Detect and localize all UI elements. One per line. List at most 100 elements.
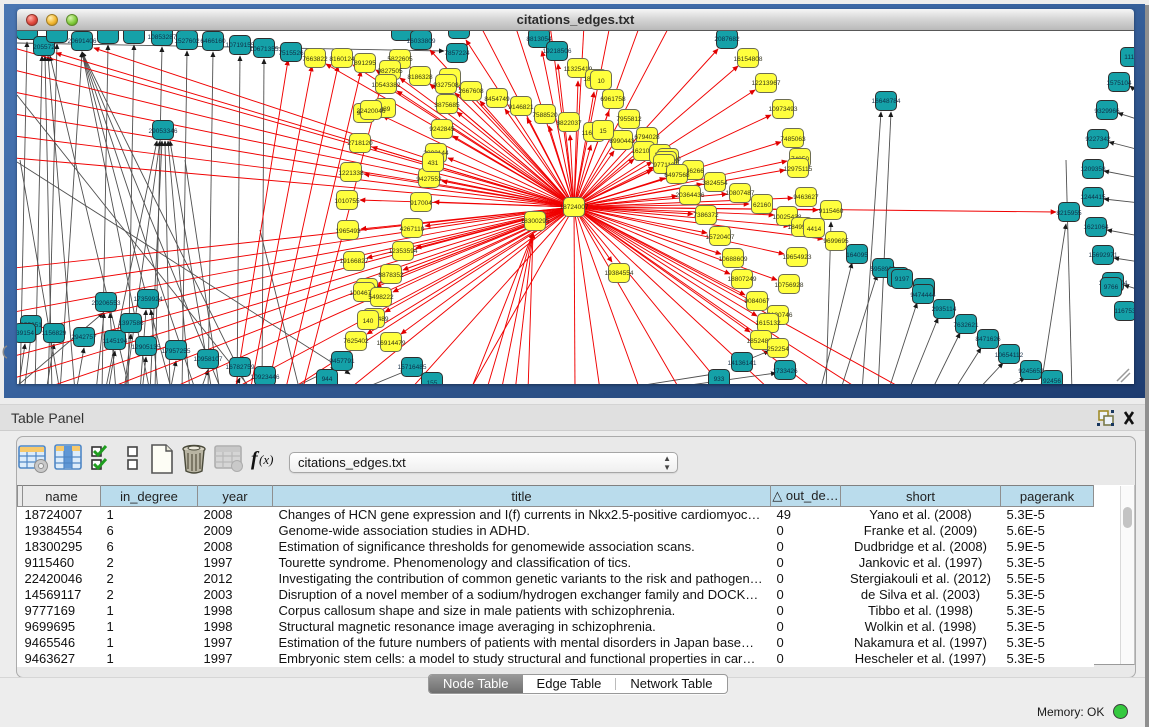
svg-text:19654923: 19654923 bbox=[783, 254, 812, 261]
svg-text:1733426: 1733426 bbox=[772, 368, 798, 375]
svg-text:19166827: 19166827 bbox=[340, 258, 369, 265]
svg-text:20691406: 20691406 bbox=[68, 38, 97, 45]
svg-text:3824554: 3824554 bbox=[702, 180, 728, 187]
svg-text:16648784: 16648784 bbox=[872, 98, 901, 105]
svg-text:8160124: 8160124 bbox=[329, 56, 355, 63]
svg-text:10973493: 10973493 bbox=[769, 106, 798, 113]
svg-text:15: 15 bbox=[599, 128, 607, 135]
svg-text:9115460: 9115460 bbox=[819, 208, 844, 215]
svg-text:2942757: 2942757 bbox=[71, 334, 97, 341]
svg-text:9463627: 9463627 bbox=[793, 194, 819, 201]
svg-text:205572: 205572 bbox=[33, 44, 55, 51]
svg-text:1112: 1112 bbox=[1124, 54, 1134, 61]
svg-text:2087682: 2087682 bbox=[714, 36, 740, 43]
svg-text:9329966: 9329966 bbox=[1094, 108, 1120, 115]
svg-text:1615132: 1615132 bbox=[755, 320, 781, 327]
svg-text:3875685: 3875685 bbox=[434, 102, 460, 109]
svg-text:(x): (x) bbox=[259, 452, 273, 467]
svg-text:2667608: 2667608 bbox=[458, 88, 484, 95]
svg-text:10958107: 10958107 bbox=[194, 356, 223, 363]
svg-text:8990443: 8990443 bbox=[609, 138, 635, 145]
svg-text:7955812: 7955812 bbox=[616, 116, 642, 123]
svg-text:18300295: 18300295 bbox=[521, 218, 550, 225]
svg-text:116753: 116753 bbox=[1114, 308, 1134, 315]
svg-text:7663822: 7663822 bbox=[302, 56, 328, 63]
svg-text:17957255: 17957255 bbox=[162, 348, 191, 355]
svg-text:7625402: 7625402 bbox=[343, 338, 369, 345]
svg-text:1965493: 1965493 bbox=[335, 228, 361, 235]
svg-text:6497568: 6497568 bbox=[664, 172, 690, 179]
svg-text:1621064: 1621064 bbox=[1083, 224, 1109, 231]
svg-text:431: 431 bbox=[428, 160, 439, 167]
svg-text:10807487: 10807487 bbox=[726, 190, 755, 197]
svg-text:1010755: 1010755 bbox=[334, 198, 360, 205]
svg-text:6466160: 6466160 bbox=[200, 38, 226, 45]
svg-text:9242845: 9242845 bbox=[429, 126, 455, 133]
svg-text:12975115: 12975115 bbox=[784, 166, 813, 173]
svg-text:62160: 62160 bbox=[753, 202, 771, 209]
svg-text:252254: 252254 bbox=[767, 346, 789, 353]
svg-text:10756928: 10756928 bbox=[775, 282, 804, 289]
svg-text:1156829: 1156829 bbox=[42, 330, 67, 337]
svg-text:92456: 92456 bbox=[1043, 378, 1061, 384]
svg-text:10688609: 10688609 bbox=[719, 256, 748, 263]
svg-text:8454749: 8454749 bbox=[484, 96, 510, 103]
svg-text:15716485: 15716485 bbox=[398, 364, 427, 371]
svg-text:4414: 4414 bbox=[807, 226, 822, 233]
svg-text:22420046: 22420046 bbox=[357, 108, 386, 115]
svg-text:10543382: 10543382 bbox=[372, 82, 401, 89]
svg-text:944: 944 bbox=[322, 376, 333, 383]
svg-text:10923446: 10923446 bbox=[251, 374, 280, 381]
svg-text:1527602: 1527602 bbox=[174, 38, 200, 45]
svg-text:10853287: 10853287 bbox=[148, 34, 177, 41]
svg-text:4267110: 4267110 bbox=[400, 226, 425, 233]
svg-text:6794028: 6794028 bbox=[634, 134, 660, 141]
svg-text:16033809: 16033809 bbox=[407, 38, 436, 45]
svg-text:1575104: 1575104 bbox=[1106, 80, 1132, 87]
svg-text:10671355: 10671355 bbox=[250, 46, 279, 53]
svg-text:5498222: 5498222 bbox=[368, 294, 394, 301]
svg-text:16782759: 16782759 bbox=[226, 364, 255, 371]
svg-text:10: 10 bbox=[597, 78, 605, 85]
svg-text:20206553: 20206553 bbox=[92, 300, 121, 307]
svg-text:18807249: 18807249 bbox=[728, 276, 757, 283]
svg-text:9827505: 9827505 bbox=[377, 68, 403, 75]
svg-text:1221338: 1221338 bbox=[338, 170, 364, 177]
svg-text:1209358: 1209358 bbox=[1080, 166, 1106, 173]
svg-text:12353594: 12353594 bbox=[389, 248, 418, 255]
svg-text:1244415: 1244415 bbox=[1080, 194, 1106, 201]
svg-text:2935114: 2935114 bbox=[932, 306, 957, 313]
svg-text:8215955: 8215955 bbox=[1056, 210, 1082, 217]
svg-text:8186328: 8186328 bbox=[407, 74, 433, 81]
svg-text:7588520: 7588520 bbox=[532, 112, 558, 119]
svg-text:7857224: 7857224 bbox=[444, 50, 470, 57]
svg-text:9227342: 9227342 bbox=[1085, 136, 1111, 143]
svg-text:155: 155 bbox=[427, 380, 438, 384]
svg-text:7632621: 7632621 bbox=[953, 322, 979, 329]
svg-text:9427552: 9427552 bbox=[416, 176, 442, 183]
svg-text:19384554: 19384554 bbox=[605, 270, 634, 277]
svg-text:15720407: 15720407 bbox=[706, 234, 735, 241]
svg-text:9699695: 9699695 bbox=[823, 238, 849, 245]
svg-text:9327508: 9327508 bbox=[433, 82, 459, 89]
svg-text:19218506: 19218506 bbox=[543, 48, 572, 55]
svg-text:164095: 164095 bbox=[846, 252, 868, 259]
svg-text:9084067: 9084067 bbox=[744, 298, 770, 305]
svg-text:7386372: 7386372 bbox=[693, 212, 719, 219]
svg-text:891295: 891295 bbox=[354, 60, 376, 67]
svg-text:9245652: 9245652 bbox=[1018, 368, 1044, 375]
svg-text:15692971: 15692971 bbox=[1089, 252, 1118, 259]
svg-text:9474444: 9474444 bbox=[910, 292, 936, 299]
svg-text:18724007: 18724007 bbox=[560, 204, 589, 211]
svg-text:140: 140 bbox=[363, 318, 374, 325]
svg-text:9457791: 9457791 bbox=[329, 358, 355, 365]
svg-text:6961758: 6961758 bbox=[600, 96, 626, 103]
svg-text:14136141: 14136141 bbox=[728, 360, 757, 367]
svg-text:10654112: 10654112 bbox=[995, 352, 1024, 359]
svg-text:917004: 917004 bbox=[410, 200, 432, 207]
svg-text:8471626: 8471626 bbox=[975, 336, 1001, 343]
svg-text:39154: 39154 bbox=[17, 330, 34, 337]
svg-text:20364436: 20364436 bbox=[676, 192, 705, 199]
svg-text:7515526: 7515526 bbox=[278, 50, 304, 57]
svg-text:16154808: 16154808 bbox=[734, 56, 763, 63]
